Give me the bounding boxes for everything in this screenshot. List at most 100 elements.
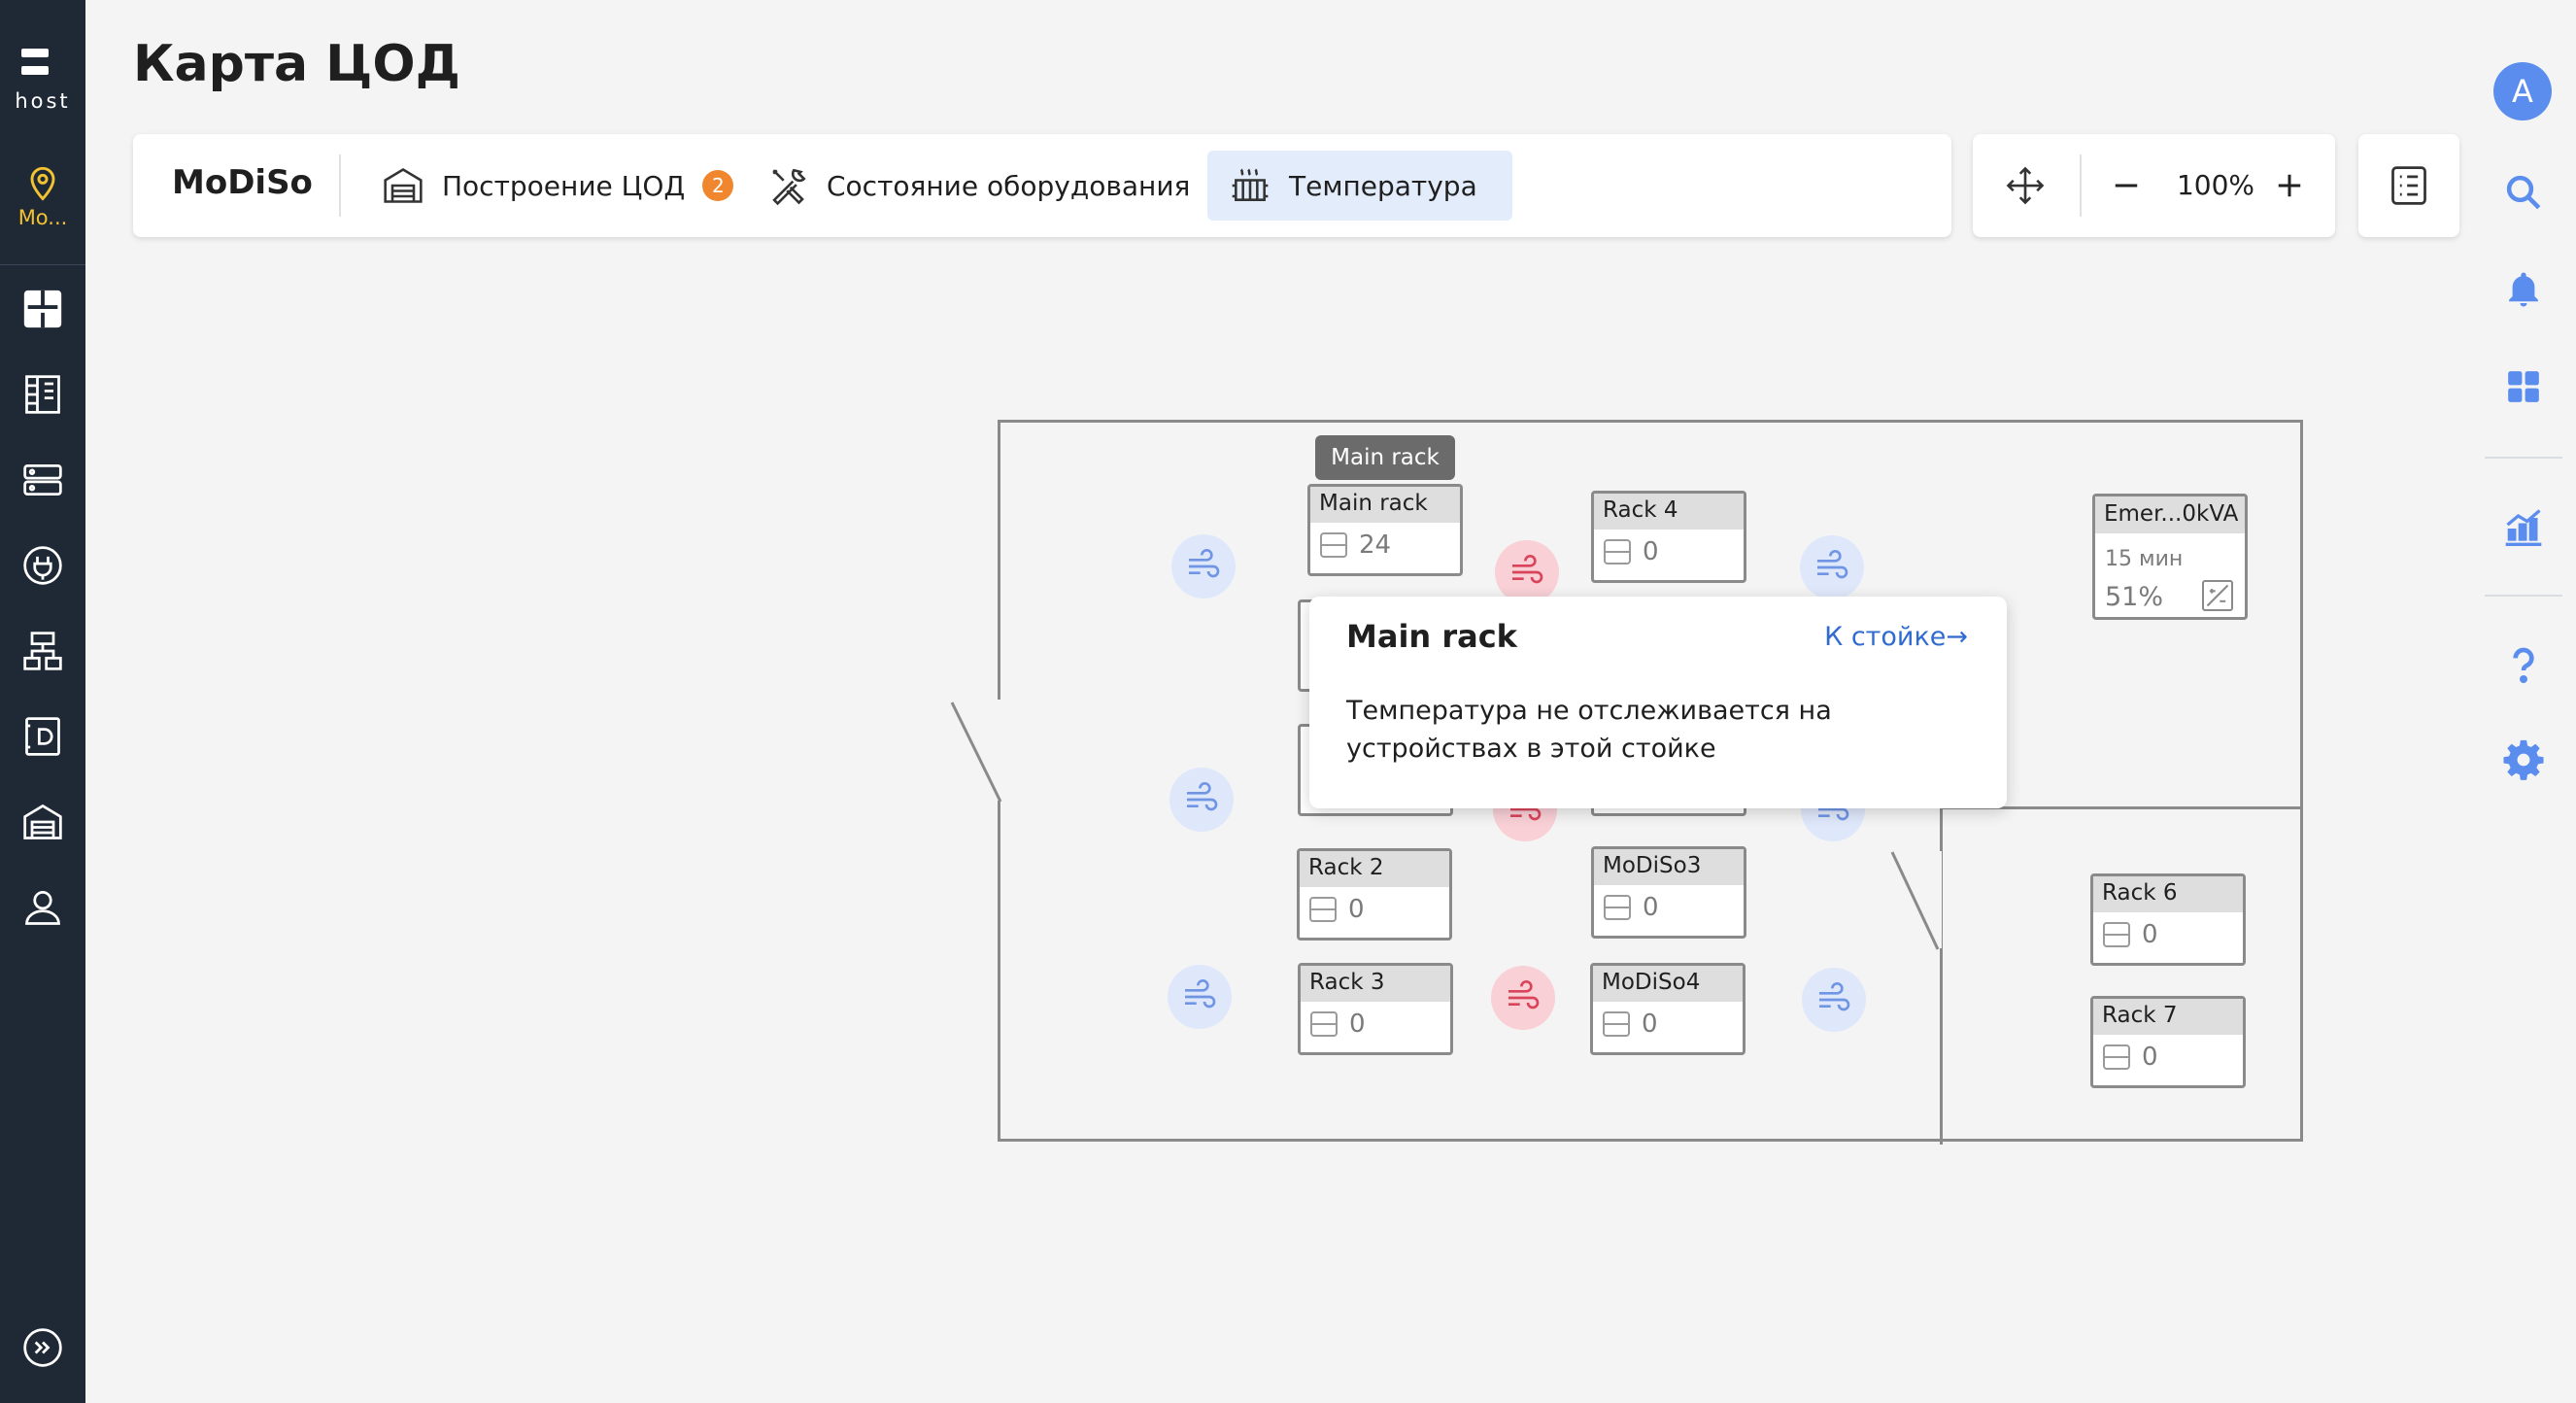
arrow-right-icon: → bbox=[1946, 622, 1968, 652]
warehouse-icon bbox=[23, 804, 62, 839]
datacenter-name: MoDiSo bbox=[172, 163, 313, 202]
rack-info-popup: Main rack К стойке→ Температура не отсле… bbox=[1309, 597, 2007, 808]
ups-runtime: 15 мин bbox=[2105, 547, 2184, 571]
rack-device-count: 0 bbox=[2142, 920, 2158, 949]
plug-icon bbox=[23, 546, 62, 585]
server-unit-icon bbox=[1309, 897, 1337, 922]
sidebar-item-network[interactable] bbox=[14, 622, 72, 680]
rack-name: Rack 6 bbox=[2093, 876, 2243, 912]
tab-equipment-state[interactable]: Состояние оборудования bbox=[747, 151, 1211, 221]
gear-icon bbox=[2503, 739, 2544, 780]
sidebar-item-racks[interactable] bbox=[14, 365, 72, 424]
go-to-rack-link[interactable]: К стойке→ bbox=[1824, 622, 1968, 652]
sidebar-item-servers[interactable] bbox=[14, 451, 72, 509]
tab-label: Построение ЦОД bbox=[442, 169, 686, 202]
ups-name: Emer...0kVA bbox=[2095, 496, 2245, 533]
zoom-out-button[interactable] bbox=[2097, 156, 2155, 215]
cooling-unit-cold[interactable] bbox=[1800, 535, 1864, 599]
tab-build-datacenter[interactable]: Построение ЦОД 2 bbox=[360, 151, 755, 221]
view-tabs-panel: MoDiSo Построение ЦОД 2 Состояние оборуд… bbox=[133, 134, 1951, 237]
tab-temperature[interactable]: Температура bbox=[1207, 151, 1512, 221]
rack-hover-tooltip: Main rack bbox=[1315, 435, 1455, 480]
popup-title: Main rack bbox=[1346, 618, 1517, 655]
wind-icon bbox=[1508, 980, 1540, 1009]
battery-icon bbox=[2202, 580, 2233, 611]
list-icon bbox=[2391, 166, 2426, 205]
settings-button[interactable] bbox=[2492, 729, 2555, 791]
location-label: Mo... bbox=[17, 206, 68, 229]
minus-icon bbox=[2115, 184, 2138, 188]
notifications-button[interactable] bbox=[2492, 258, 2555, 321]
bell-icon bbox=[2509, 272, 2538, 307]
rack-device-count: 0 bbox=[1349, 1009, 1366, 1039]
page-title: Карта ЦОД bbox=[133, 35, 460, 93]
rack-device-count: 24 bbox=[1359, 530, 1392, 560]
wind-icon bbox=[1512, 555, 1543, 584]
cooling-unit-cold[interactable] bbox=[1802, 968, 1866, 1032]
wind-icon bbox=[1185, 979, 1216, 1009]
popup-message: Температура не отслеживается на устройст… bbox=[1346, 696, 1832, 764]
ups-device[interactable]: Emer...0kVA 15 мин 51% bbox=[2092, 494, 2248, 620]
cooling-unit-cold[interactable] bbox=[1171, 534, 1236, 599]
tab-label: Состояние оборудования bbox=[827, 169, 1191, 202]
apps-button[interactable] bbox=[2492, 356, 2555, 418]
rack-icon bbox=[25, 375, 60, 414]
location-selector[interactable]: Mo... bbox=[0, 155, 85, 262]
grid-icon bbox=[2508, 371, 2539, 402]
rack-main-rack[interactable]: Main rack 24 bbox=[1307, 484, 1463, 576]
wind-icon bbox=[1817, 550, 1848, 579]
rack-modiso3[interactable]: MoDiSo3 0 bbox=[1591, 846, 1746, 939]
user-icon bbox=[25, 891, 60, 925]
logo-text: host bbox=[15, 89, 71, 113]
rack-device-count: 0 bbox=[1643, 893, 1659, 922]
rack-rack-6[interactable]: Rack 6 0 bbox=[2090, 873, 2246, 966]
sidebar-expand-button[interactable] bbox=[14, 1318, 72, 1377]
plus-icon bbox=[2278, 174, 2301, 197]
tools-icon bbox=[772, 168, 806, 206]
zoom-in-button[interactable] bbox=[2260, 156, 2319, 215]
rack-rack-3[interactable]: Rack 3 0 bbox=[1298, 963, 1453, 1055]
expand-icon bbox=[23, 1328, 62, 1367]
sidebar-item-datacenter-map[interactable] bbox=[14, 280, 72, 338]
legend-button[interactable] bbox=[2358, 134, 2459, 237]
zoom-panel: 100% bbox=[1973, 134, 2335, 237]
question-icon bbox=[2513, 647, 2534, 683]
go-to-rack-label: К стойке bbox=[1824, 622, 1947, 652]
rack-name: Main rack bbox=[1310, 487, 1460, 523]
cooling-unit-cold[interactable] bbox=[1169, 768, 1234, 832]
rack-device-count: 0 bbox=[1348, 895, 1365, 924]
rack-modiso4[interactable]: MoDiSo4 0 bbox=[1590, 963, 1746, 1055]
ups-charge: 51% bbox=[2105, 582, 2164, 612]
cooling-unit-hot[interactable] bbox=[1491, 966, 1555, 1030]
rack-rack-7[interactable]: Rack 7 0 bbox=[2090, 996, 2246, 1088]
sidebar-item-users[interactable] bbox=[14, 878, 72, 937]
notification-badge: 2 bbox=[702, 170, 734, 201]
floorplan-icon bbox=[23, 290, 62, 328]
server-icon bbox=[23, 463, 62, 496]
server-unit-icon bbox=[1604, 895, 1631, 920]
rack-device-count: 0 bbox=[1642, 1009, 1658, 1039]
sidebar: host Mo... bbox=[0, 0, 85, 1403]
cooling-unit-hot[interactable] bbox=[1495, 540, 1559, 604]
rack-rack-2[interactable]: Rack 2 0 bbox=[1297, 848, 1452, 941]
sidebar-item-buildings[interactable] bbox=[14, 793, 72, 851]
wind-icon bbox=[1187, 782, 1218, 811]
server-unit-icon bbox=[1320, 532, 1347, 558]
server-unit-icon bbox=[1604, 539, 1631, 565]
rail-divider bbox=[2485, 457, 2562, 459]
rack-device-count: 0 bbox=[2142, 1043, 2158, 1072]
heater-icon bbox=[1232, 168, 1269, 201]
avatar[interactable]: A bbox=[2493, 62, 2552, 120]
sidebar-item-devices[interactable] bbox=[14, 707, 72, 766]
cooling-unit-cold[interactable] bbox=[1168, 965, 1232, 1029]
search-button[interactable] bbox=[2492, 161, 2555, 223]
rack-rack-4[interactable]: Rack 4 0 bbox=[1591, 491, 1746, 583]
location-pin-icon bbox=[30, 166, 55, 201]
help-button[interactable] bbox=[2492, 633, 2555, 696]
analytics-button[interactable] bbox=[2492, 496, 2555, 558]
sidebar-item-power[interactable] bbox=[14, 536, 72, 595]
rack-name: Rack 7 bbox=[2093, 999, 2243, 1035]
chart-icon bbox=[2505, 509, 2542, 546]
fit-view-button[interactable] bbox=[1996, 156, 2054, 215]
move-arrows-icon bbox=[2006, 166, 2045, 205]
